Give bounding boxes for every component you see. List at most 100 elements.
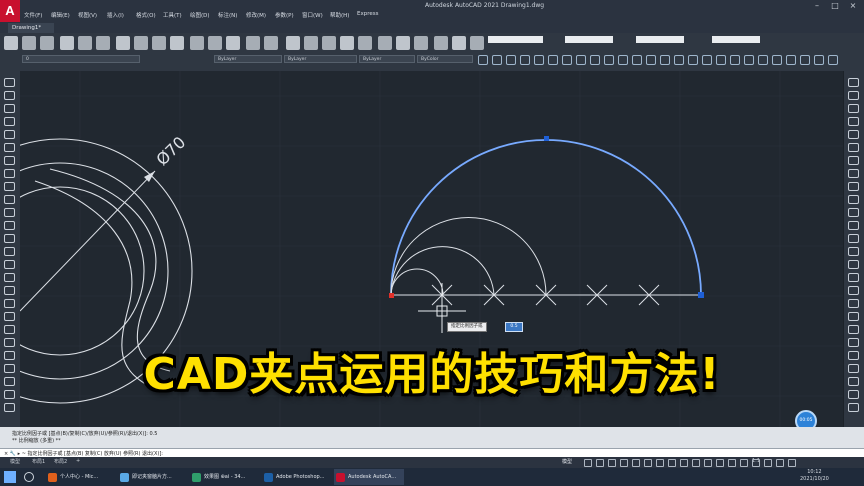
grip-top[interactable] bbox=[544, 136, 549, 141]
linetype-combo[interactable]: ByLayer bbox=[284, 55, 357, 63]
dimension-tool-icon[interactable] bbox=[576, 55, 586, 65]
color-combo[interactable]: ByLayer bbox=[214, 55, 282, 63]
draw-tool-icon[interactable] bbox=[4, 169, 15, 178]
menu-item[interactable]: 视图(V) bbox=[78, 11, 97, 19]
modify-tool-icon[interactable] bbox=[848, 117, 859, 126]
tool-palette-icon[interactable] bbox=[378, 36, 392, 50]
taskbar-item[interactable]: 效果图 ⊕ai - 34... bbox=[190, 469, 260, 485]
draw-tool-icon[interactable] bbox=[4, 260, 15, 269]
grip-hot[interactable] bbox=[389, 293, 394, 298]
modify-tool-icon[interactable] bbox=[848, 312, 859, 321]
dimension-tool-icon[interactable] bbox=[646, 55, 656, 65]
status-toggle-icon[interactable] bbox=[752, 459, 760, 467]
menu-item[interactable]: 文件(F) bbox=[24, 11, 42, 19]
modify-tool-icon[interactable] bbox=[848, 221, 859, 230]
modify-tool-icon[interactable] bbox=[848, 104, 859, 113]
properties-icon[interactable] bbox=[340, 36, 354, 50]
grip-end[interactable] bbox=[698, 292, 704, 298]
status-toggle-icon[interactable] bbox=[692, 459, 700, 467]
dimension-tool-icon[interactable] bbox=[492, 55, 502, 65]
menu-item[interactable]: 格式(O) bbox=[136, 11, 156, 19]
save-icon[interactable] bbox=[40, 36, 54, 50]
draw-tool-icon[interactable] bbox=[4, 78, 15, 87]
calculator-icon[interactable] bbox=[434, 36, 448, 50]
dimension-tool-icon[interactable] bbox=[478, 55, 488, 65]
sheet-set-icon[interactable] bbox=[396, 36, 410, 50]
status-toggle-icon[interactable] bbox=[776, 459, 784, 467]
tab-layout1[interactable]: 布局1 bbox=[32, 458, 45, 465]
status-toggle-icon[interactable] bbox=[620, 459, 628, 467]
draw-tool-icon[interactable] bbox=[4, 325, 15, 334]
taskbar-item[interactable]: Autodesk AutoCA... bbox=[334, 469, 404, 485]
draw-tool-icon[interactable] bbox=[4, 208, 15, 217]
status-toggle-icon[interactable] bbox=[632, 459, 640, 467]
modify-tool-icon[interactable] bbox=[848, 273, 859, 282]
dimension-tool-icon[interactable] bbox=[730, 55, 740, 65]
modify-tool-icon[interactable] bbox=[848, 247, 859, 256]
taskbar-item[interactable]: Adobe Photoshop... bbox=[262, 469, 332, 485]
dimension-tool-icon[interactable] bbox=[758, 55, 768, 65]
modify-tool-icon[interactable] bbox=[848, 130, 859, 139]
dimension-tool-icon[interactable] bbox=[618, 55, 628, 65]
draw-tool-icon[interactable] bbox=[4, 286, 15, 295]
status-toggle-icon[interactable] bbox=[644, 459, 652, 467]
status-toggle-icon[interactable] bbox=[608, 459, 616, 467]
plotstyle-combo[interactable]: ByColor bbox=[417, 55, 473, 63]
zoom-icon[interactable] bbox=[286, 36, 300, 50]
draw-tool-icon[interactable] bbox=[4, 104, 15, 113]
selected-semicircle-arc[interactable] bbox=[390, 139, 702, 296]
modify-tool-icon[interactable] bbox=[848, 403, 859, 412]
close-icon[interactable]: × bbox=[844, 1, 862, 11]
draw-tool-icon[interactable] bbox=[4, 247, 15, 256]
modify-tool-icon[interactable] bbox=[848, 299, 859, 308]
dimension-tool-icon[interactable] bbox=[814, 55, 824, 65]
lineweight-combo[interactable]: ByLayer bbox=[359, 55, 415, 63]
draw-tool-icon[interactable] bbox=[4, 299, 15, 308]
dimension-tool-icon[interactable] bbox=[604, 55, 614, 65]
modify-tool-icon[interactable] bbox=[848, 260, 859, 269]
search-icon[interactable] bbox=[24, 472, 34, 482]
dimension-tool-icon[interactable] bbox=[716, 55, 726, 65]
menu-item[interactable]: 工具(T) bbox=[163, 11, 182, 19]
text-style-icon[interactable] bbox=[470, 36, 484, 50]
dimension-tool-icon[interactable] bbox=[744, 55, 754, 65]
markup-icon[interactable] bbox=[414, 36, 428, 50]
dimension-tool-icon[interactable] bbox=[702, 55, 712, 65]
windows-start-icon[interactable] bbox=[4, 471, 16, 483]
menu-item[interactable]: 帮助(H) bbox=[330, 11, 349, 19]
draw-tool-icon[interactable] bbox=[4, 130, 15, 139]
status-toggle-icon[interactable] bbox=[716, 459, 724, 467]
dimension-tool-icon[interactable] bbox=[674, 55, 684, 65]
undo-icon[interactable] bbox=[226, 36, 240, 50]
menu-item[interactable]: 绘图(D) bbox=[190, 11, 210, 19]
tab-drawing1[interactable]: Drawing1* bbox=[8, 23, 54, 33]
design-center-icon[interactable] bbox=[358, 36, 372, 50]
dimension-tool-icon[interactable] bbox=[772, 55, 782, 65]
block-icon[interactable] bbox=[208, 36, 222, 50]
tab-layout2[interactable]: 布局2 bbox=[54, 458, 67, 465]
draw-tool-icon[interactable] bbox=[4, 221, 15, 230]
dynamic-input-value[interactable]: 0.5 bbox=[505, 322, 523, 332]
modify-tool-icon[interactable] bbox=[848, 143, 859, 152]
system-clock[interactable]: 10:12 2021/10/20 bbox=[800, 469, 829, 483]
modify-tool-icon[interactable] bbox=[848, 286, 859, 295]
copy-icon[interactable] bbox=[152, 36, 166, 50]
modify-tool-icon[interactable] bbox=[848, 208, 859, 217]
menu-item[interactable]: 窗口(W) bbox=[302, 11, 323, 19]
tab-add-layout[interactable]: + bbox=[76, 458, 80, 464]
status-toggle-icon[interactable] bbox=[680, 459, 688, 467]
dimension-tool-icon[interactable] bbox=[548, 55, 558, 65]
menu-item[interactable]: 参数(P) bbox=[275, 11, 294, 19]
modify-tool-icon[interactable] bbox=[848, 156, 859, 165]
status-toggle-icon[interactable] bbox=[704, 459, 712, 467]
draw-tool-icon[interactable] bbox=[4, 312, 15, 321]
text-style-input[interactable] bbox=[488, 36, 543, 43]
draw-tool-icon[interactable] bbox=[4, 156, 15, 165]
match-icon[interactable] bbox=[190, 36, 204, 50]
modify-tool-icon[interactable] bbox=[848, 182, 859, 191]
modify-tool-icon[interactable] bbox=[848, 78, 859, 87]
dim-style-input[interactable] bbox=[565, 36, 613, 43]
draw-tool-icon[interactable] bbox=[4, 195, 15, 204]
status-toggle-icon[interactable] bbox=[740, 459, 748, 467]
draw-tool-icon[interactable] bbox=[4, 117, 15, 126]
